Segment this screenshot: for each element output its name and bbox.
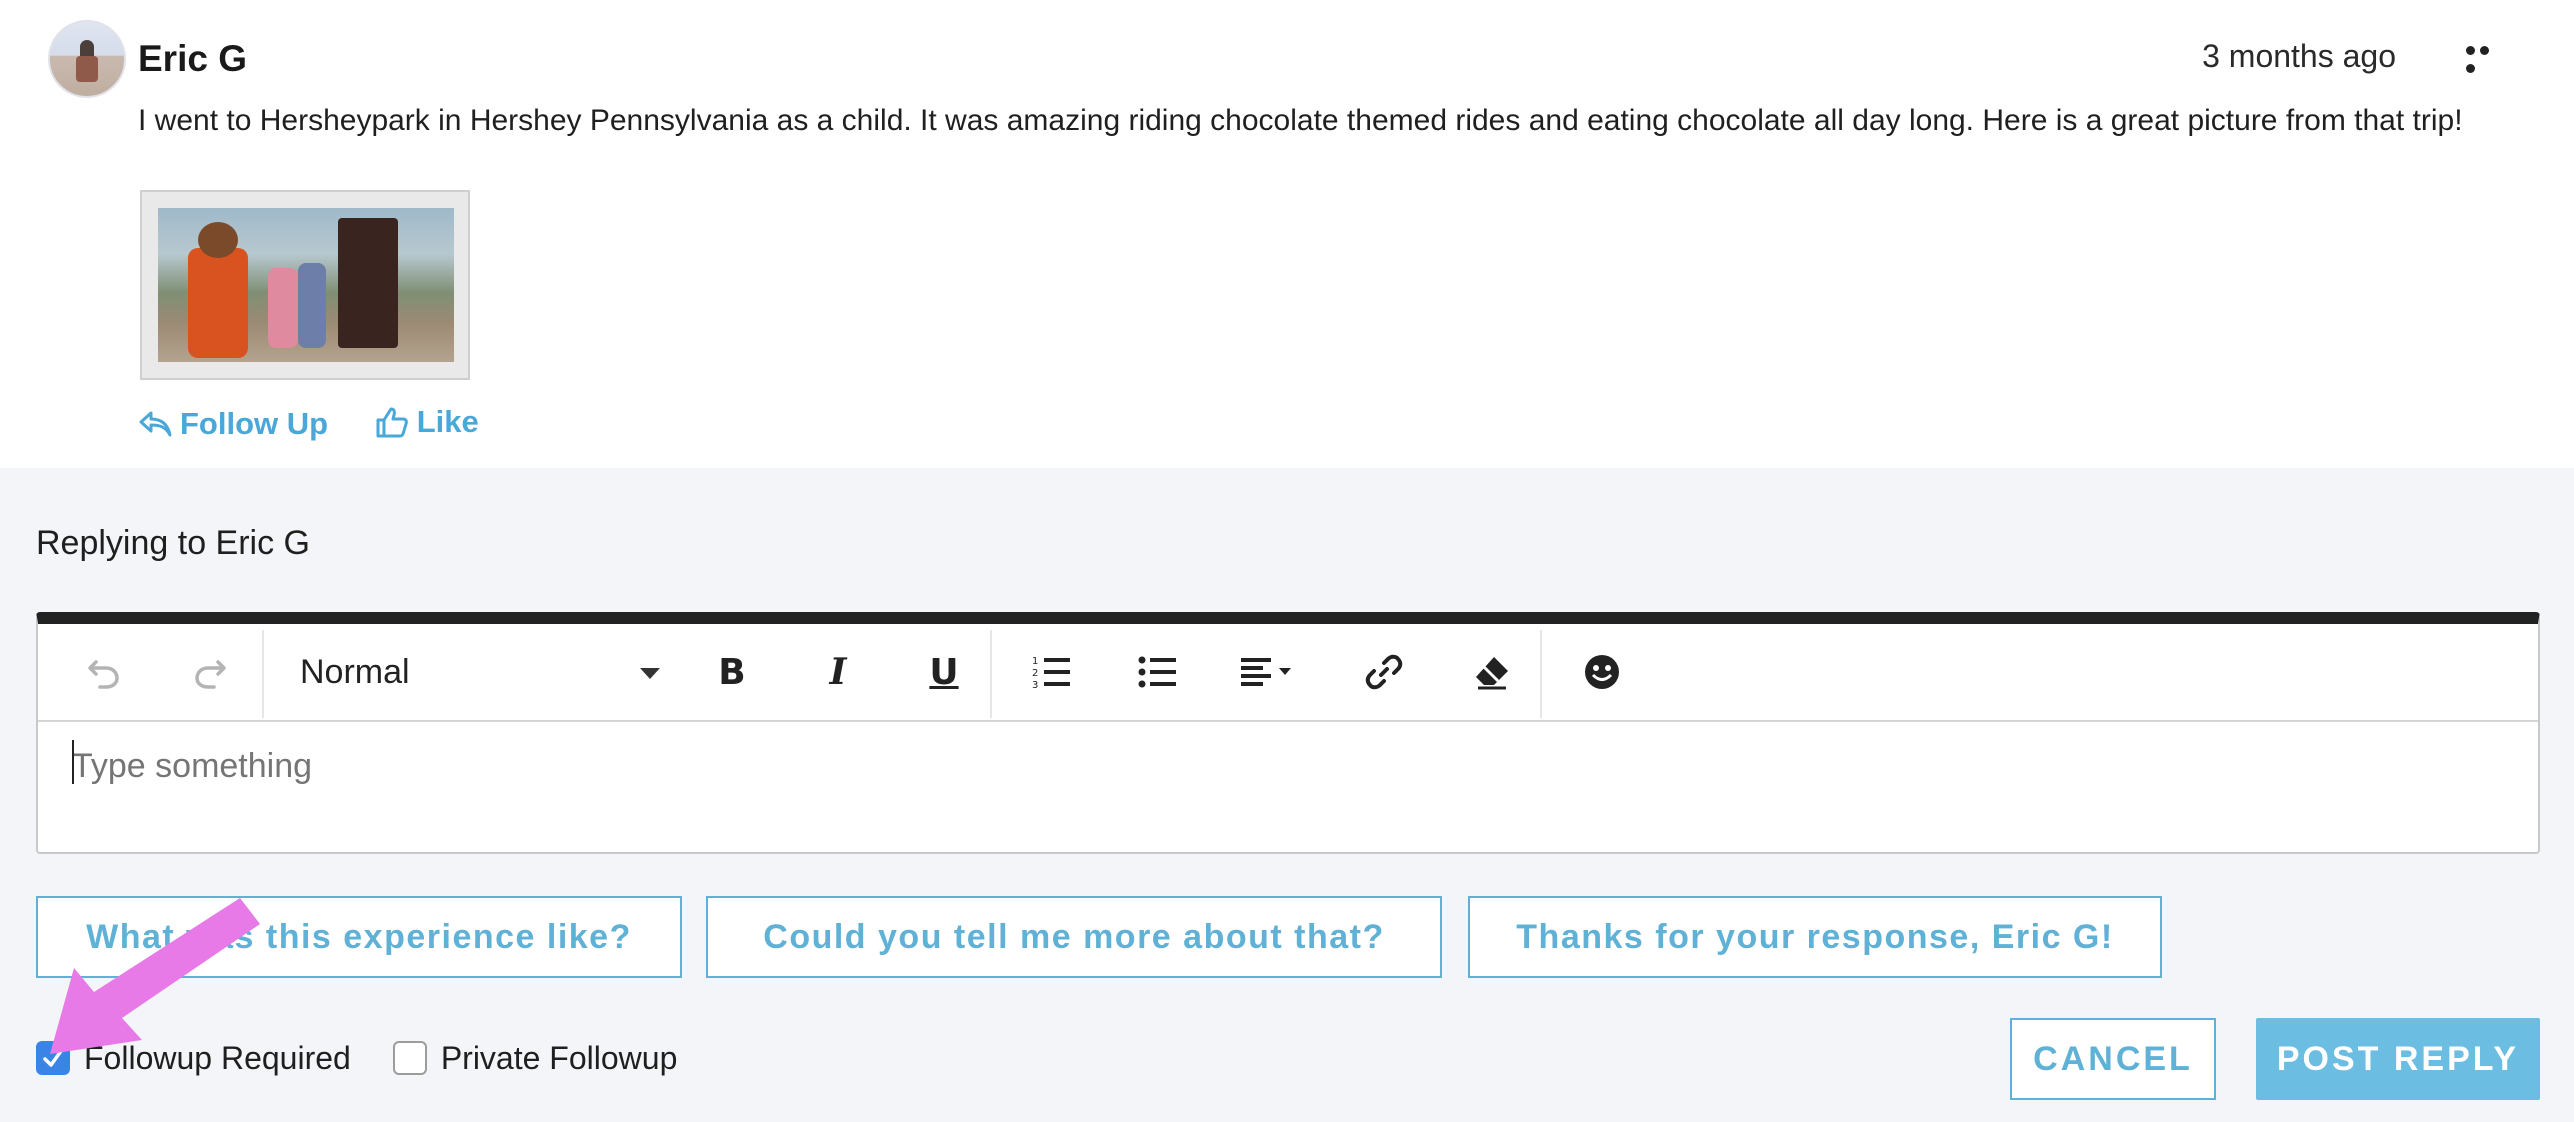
follow-up-label: Follow Up xyxy=(180,406,329,441)
avatar-figure-body xyxy=(76,56,98,82)
post-body: I went to Hersheypark in Hershey Pennsyl… xyxy=(138,104,2463,137)
followup-options: Followup Required Private Followup xyxy=(36,1038,677,1078)
bold-icon: B xyxy=(718,651,746,693)
reply-section: Replying to Eric G Normal B I U 1 2 3 Ty… xyxy=(0,468,2574,1122)
post-reply-button[interactable]: POST REPLY xyxy=(2256,1018,2540,1100)
reply-text-input[interactable] xyxy=(72,736,2472,796)
align-icon xyxy=(1241,658,1291,686)
format-select-value: Normal xyxy=(300,652,410,691)
italic-icon: I xyxy=(829,651,847,693)
image-person-pink xyxy=(268,268,298,348)
emoji-icon xyxy=(1585,655,1619,689)
ordered-list-button[interactable]: 1 2 3 xyxy=(1012,624,1092,720)
suggested-reply-button[interactable]: What was this experience like? xyxy=(36,896,682,978)
svg-text:1: 1 xyxy=(1032,656,1038,667)
more-options-icon[interactable] xyxy=(2466,46,2506,73)
followup-required-checkbox[interactable] xyxy=(36,1041,70,1075)
reply-title: Replying to Eric G xyxy=(36,524,310,562)
image-person-blue xyxy=(298,263,326,348)
like-label: Like xyxy=(416,404,479,439)
avatar[interactable] xyxy=(48,20,126,98)
post-image-thumbnail[interactable] xyxy=(140,190,470,380)
underline-button[interactable]: U xyxy=(906,624,982,720)
ordered-list-icon: 1 2 3 xyxy=(1032,656,1070,690)
toolbar-divider xyxy=(262,630,264,718)
underline-icon: U xyxy=(929,651,959,693)
followup-required-label[interactable]: Followup Required xyxy=(84,1040,351,1077)
author-name[interactable]: Eric G xyxy=(138,38,247,80)
post-image xyxy=(158,208,454,362)
follow-up-button[interactable]: Follow Up xyxy=(138,406,328,442)
undo-icon xyxy=(88,660,119,689)
cancel-button[interactable]: CANCEL xyxy=(2010,1018,2216,1100)
reply-editor: Normal B I U 1 2 3 xyxy=(36,612,2540,854)
checkmark-icon xyxy=(43,1049,63,1067)
bullet-list-icon xyxy=(1138,656,1176,688)
suggested-reply-button[interactable]: Thanks for your response, Eric G! xyxy=(1468,896,2162,978)
thumbs-up-icon xyxy=(376,407,408,438)
link-icon xyxy=(1365,654,1403,690)
chevron-down-icon xyxy=(640,668,660,679)
post-actions: Follow Up Like xyxy=(138,404,517,447)
clear-format-button[interactable] xyxy=(1452,624,1532,720)
like-button[interactable]: Like xyxy=(375,404,479,440)
redo-button[interactable] xyxy=(164,624,256,720)
text-cursor xyxy=(72,740,74,784)
svg-text:2: 2 xyxy=(1032,668,1038,679)
svg-text:3: 3 xyxy=(1032,680,1038,690)
format-select[interactable]: Normal xyxy=(300,624,660,720)
editor-toolbar: Normal B I U 1 2 3 xyxy=(38,624,2538,722)
bold-button[interactable]: B xyxy=(694,624,770,720)
reply-icon xyxy=(139,411,172,437)
align-dropdown[interactable] xyxy=(1224,624,1320,720)
redo-icon xyxy=(195,660,226,689)
image-mascot-head xyxy=(198,222,238,258)
private-followup-label[interactable]: Private Followup xyxy=(441,1040,678,1077)
post-timestamp: 3 months ago xyxy=(2202,38,2396,74)
link-button[interactable] xyxy=(1344,624,1424,720)
toolbar-divider xyxy=(1540,630,1542,718)
eraser-icon xyxy=(1476,657,1508,690)
private-followup-checkbox[interactable] xyxy=(392,1041,427,1075)
italic-button[interactable]: I xyxy=(800,624,876,720)
bullet-list-button[interactable] xyxy=(1118,624,1198,720)
emoji-button[interactable] xyxy=(1562,624,1642,720)
toolbar-divider xyxy=(990,630,992,718)
undo-button[interactable] xyxy=(58,624,150,720)
post: Eric G 3 months ago I went to Hersheypar… xyxy=(0,0,2574,468)
image-mascot-chocolate xyxy=(338,218,398,348)
suggested-reply-button[interactable]: Could you tell me more about that? xyxy=(706,896,1442,978)
image-mascot-orange xyxy=(188,248,248,358)
